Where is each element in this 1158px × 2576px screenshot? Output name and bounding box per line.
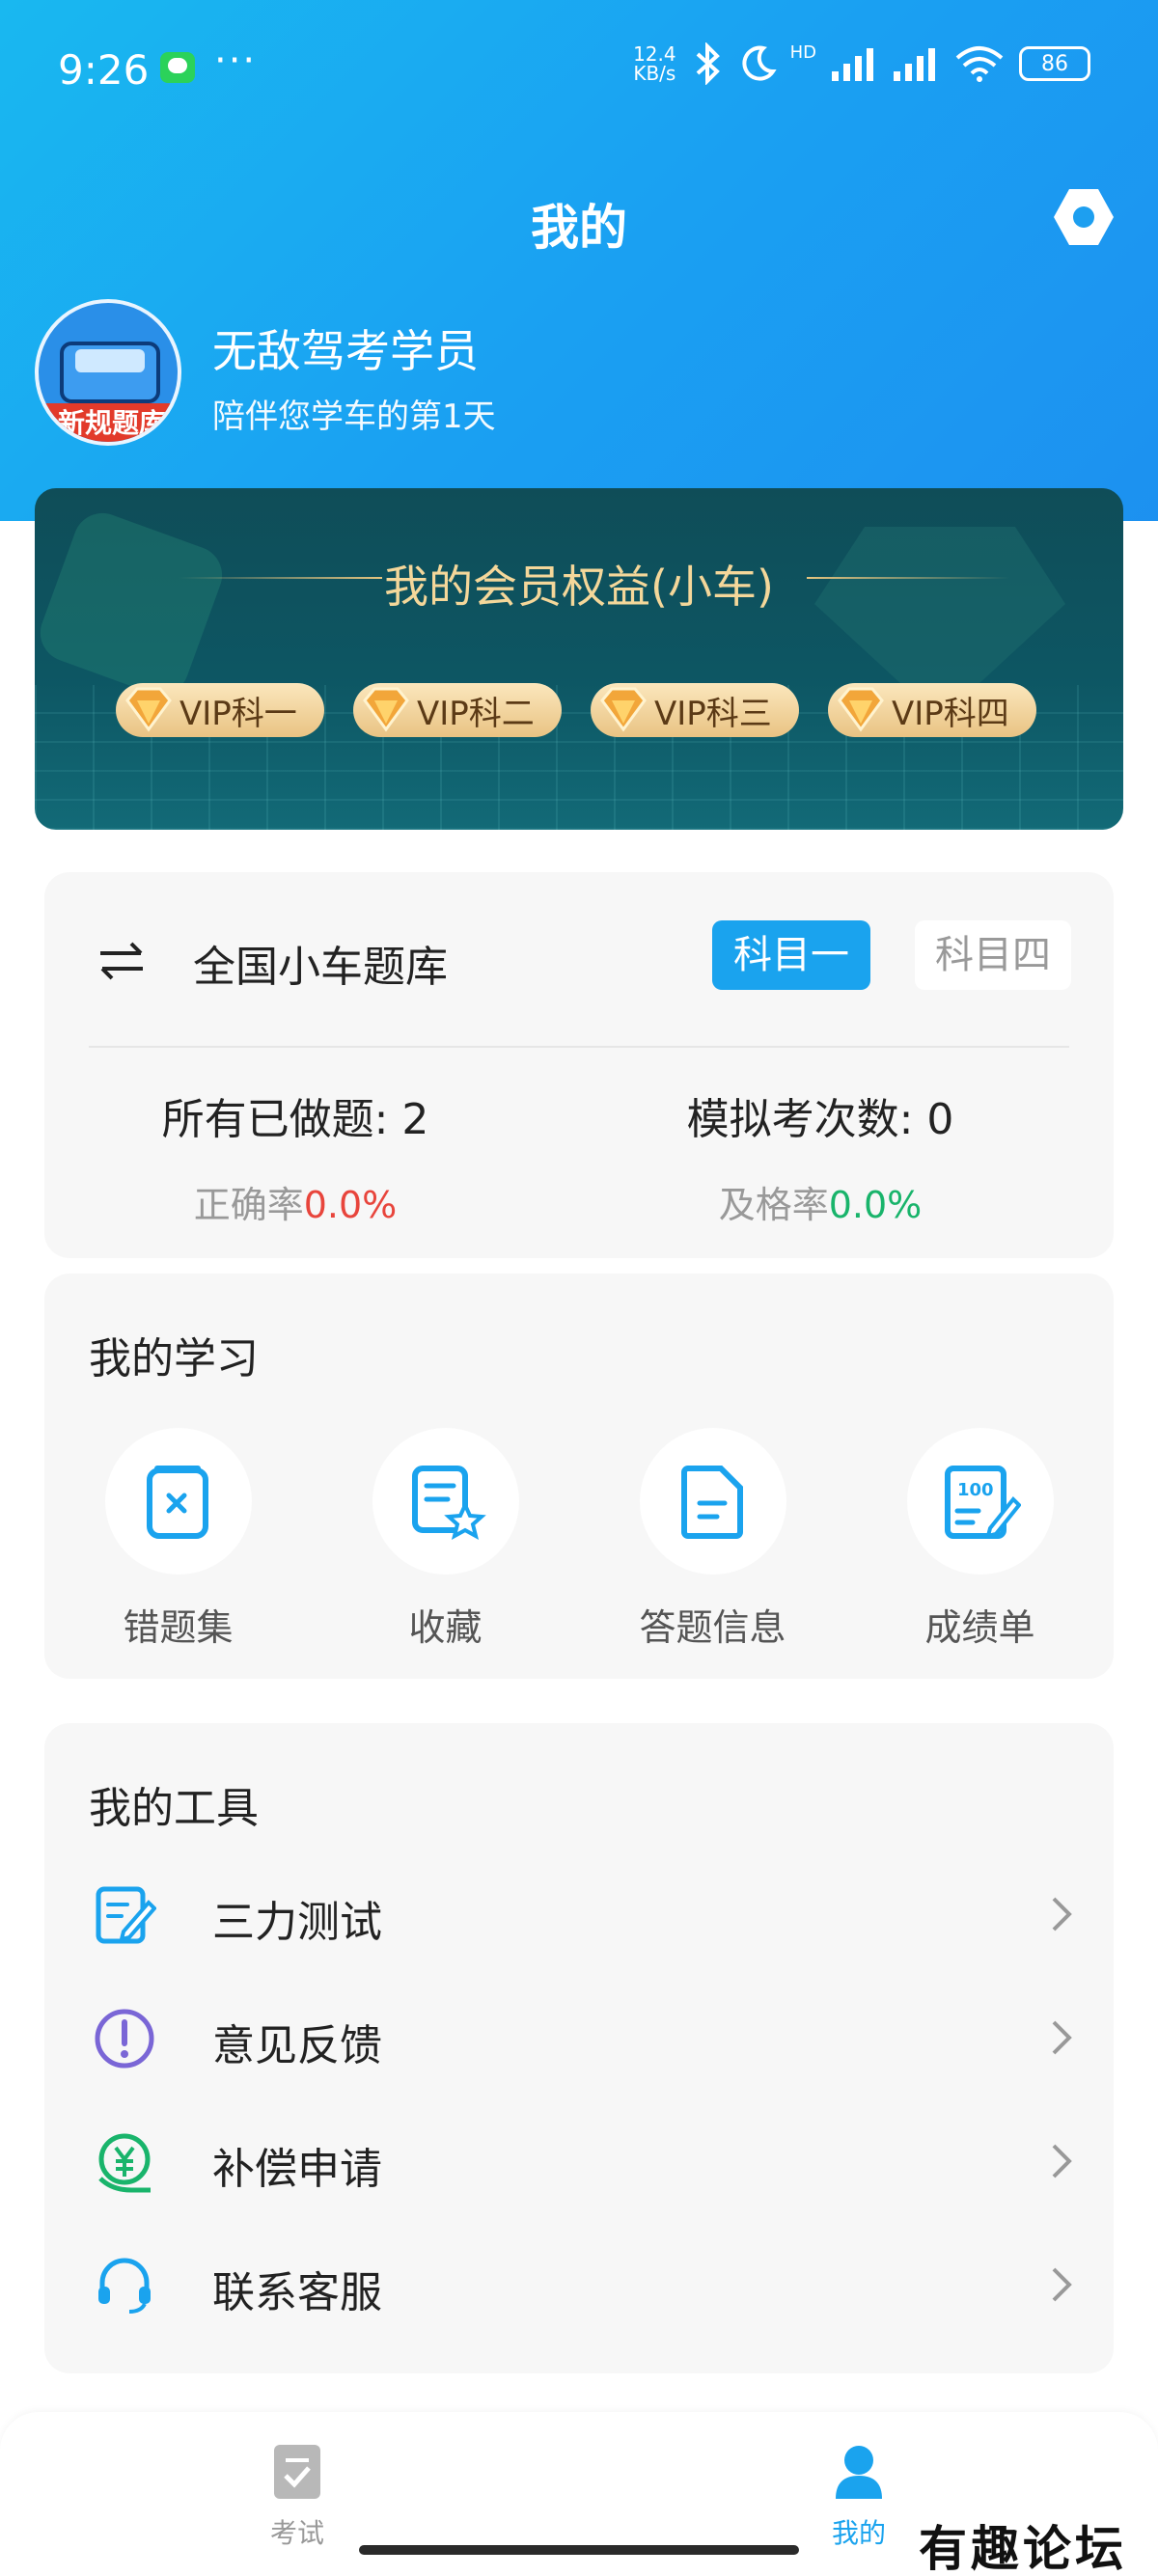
user-name[interactable]: 无敌驾考学员 — [212, 316, 479, 380]
tab-subject-four[interactable]: 科目四 — [915, 920, 1071, 990]
yuan-refund-icon — [98, 2133, 151, 2193]
accuracy-rate: 正确率0.0% — [193, 1184, 398, 1226]
tool-three-abilities[interactable]: 三力测试 — [44, 1864, 1114, 1960]
practice-stats[interactable]: 所有已做题: 2 正确率0.0% — [44, 1084, 546, 1228]
exclamation-icon — [95, 2009, 154, 2069]
diamond-icon — [838, 687, 884, 732]
chevron-right-icon — [1052, 1897, 1072, 1932]
favorite-icon — [411, 1466, 486, 1540]
tab-subject-one[interactable]: 科目一 — [712, 920, 870, 990]
settings-icon[interactable] — [1052, 185, 1116, 249]
person-icon — [836, 2446, 882, 2499]
tool-compensation[interactable]: 补偿申请 — [44, 2111, 1114, 2207]
vip-badge-3[interactable]: VIP科三 — [591, 683, 799, 737]
network-speed: 12.4 KB/s — [633, 42, 676, 85]
swap-icon[interactable] — [96, 940, 147, 982]
diamond-icon — [600, 687, 647, 732]
bluetooth-icon — [696, 42, 720, 85]
tool-feedback[interactable]: 意见反馈 — [44, 1987, 1114, 2084]
study-item-answer-info[interactable]: 答题信息 — [579, 1428, 846, 1651]
mock-stats[interactable]: 模拟考次数: 0 及格率0.0% — [569, 1084, 1071, 1228]
done-count: 所有已做题: 2 — [161, 1095, 429, 1144]
diamond-icon — [363, 687, 409, 732]
user-subtitle: 陪伴您学车的第1天 — [212, 397, 496, 436]
chevron-right-icon — [1052, 2144, 1072, 2179]
document-icon — [680, 1466, 743, 1539]
moon-icon — [741, 45, 777, 81]
section-title-tools: 我的工具 — [89, 1784, 259, 1833]
svg-text:100: 100 — [957, 1480, 994, 1500]
exam-icon — [274, 2445, 320, 2499]
tool-contact-service[interactable]: 联系客服 — [44, 2234, 1114, 2331]
vip-benefits-card[interactable]: 我的会员权益(小车) VIP科一 VIP科二 VIP科三 VIP科四 — [35, 488, 1123, 830]
divider — [89, 1046, 1069, 1048]
message-icon — [160, 52, 195, 83]
avatar-ribbon: 新规题库 — [39, 403, 178, 442]
avatar[interactable]: 新规题库 — [35, 299, 181, 446]
my-study-card: 我的学习 错题集 收藏 答题信息 100 成绩单 — [44, 1274, 1114, 1679]
study-item-score-sheet[interactable]: 100 成绩单 — [846, 1428, 1114, 1651]
wifi-icon — [955, 46, 1004, 82]
page-title: 我的 — [531, 200, 627, 256]
mock-count: 模拟考次数: 0 — [686, 1095, 954, 1144]
more-notifications-icon: ··· — [214, 39, 258, 83]
signal-icon-2 — [894, 48, 935, 81]
hd-label: HD — [789, 42, 816, 63]
chevron-right-icon — [1052, 2020, 1072, 2055]
vip-badge-2[interactable]: VIP科二 — [353, 683, 562, 737]
wrong-book-icon — [146, 1466, 208, 1539]
headset-icon — [98, 2258, 151, 2314]
status-bar: 9:26 ··· 12.4 KB/s HD 86 — [0, 0, 1158, 135]
diamond-icon — [125, 687, 172, 732]
watermark: 有趣论坛 — [919, 2520, 1127, 2576]
battery-indicator: 86 — [1019, 46, 1090, 81]
tab-exam[interactable]: 考试 — [201, 2441, 394, 2551]
study-item-favorites[interactable]: 收藏 — [312, 1428, 579, 1651]
vip-badge-4[interactable]: VIP科四 — [828, 683, 1036, 737]
score-sheet-icon: 100 — [944, 1466, 1021, 1539]
my-tools-card: 我的工具 三力测试 意见反馈 补偿申请 联系客服 — [44, 1723, 1114, 2373]
question-bank-title[interactable]: 全国小车题库 — [193, 932, 448, 994]
study-item-wrong-book[interactable]: 错题集 — [44, 1428, 312, 1651]
vip-badge-1[interactable]: VIP科一 — [116, 683, 324, 737]
edit-note-icon — [96, 1886, 156, 1944]
status-time: 9:26 — [58, 46, 150, 94]
section-title-study: 我的学习 — [89, 1334, 259, 1384]
home-indicator[interactable] — [359, 2545, 799, 2555]
chevron-right-icon — [1052, 2267, 1072, 2302]
vip-title: 我的会员权益(小车) — [384, 561, 774, 613]
pass-rate: 及格率0.0% — [718, 1184, 923, 1226]
signal-icon — [832, 48, 873, 81]
question-bank-card: 全国小车题库 科目一 科目四 所有已做题: 2 正确率0.0% 模拟考次数: 0… — [44, 872, 1114, 1258]
